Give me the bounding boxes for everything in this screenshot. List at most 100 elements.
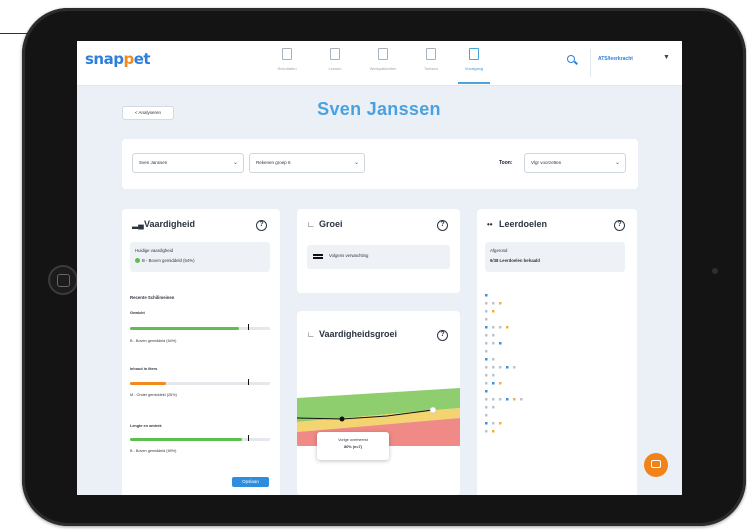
goal-dot xyxy=(485,310,488,313)
nav-item-werkpakketten[interactable]: Werkpakketten xyxy=(359,46,407,71)
search-icon[interactable] xyxy=(567,55,575,63)
goal-dot xyxy=(485,366,488,369)
skill-bar xyxy=(130,435,270,441)
chevron-down-icon: ⌄ xyxy=(614,160,620,166)
home-button[interactable] xyxy=(48,265,78,295)
goal-dot xyxy=(485,326,488,329)
skill-bar-fill xyxy=(130,382,167,385)
goal-dot xyxy=(485,398,488,401)
goal-dot xyxy=(499,342,502,345)
chevron-down-icon[interactable]: ▼ xyxy=(663,54,670,61)
goal-dot xyxy=(492,334,495,337)
help-icon[interactable]: ? xyxy=(437,330,448,341)
goal-dot xyxy=(499,398,502,401)
chat-icon xyxy=(651,460,661,468)
groei-title: ∟ Groei xyxy=(307,219,343,229)
target-marker xyxy=(247,435,250,441)
goal-dot xyxy=(485,318,488,321)
goal-dot xyxy=(485,374,488,377)
home-icon xyxy=(282,48,292,60)
progress-icon xyxy=(469,48,479,60)
camera-dot xyxy=(712,268,718,274)
dots-icon: •• xyxy=(487,220,493,229)
status-dot-icon xyxy=(135,258,140,264)
goal-dot xyxy=(485,302,488,305)
goal-dot xyxy=(492,310,495,313)
goal-dot xyxy=(485,382,488,385)
section-label: Recente Schilimeinen xyxy=(130,295,175,300)
goal-dot xyxy=(506,366,509,369)
toon-label: Toon: xyxy=(499,160,513,166)
line-chart-icon: ∟ xyxy=(307,220,315,229)
line-chart-icon: ∟ xyxy=(307,330,315,339)
goal-dot xyxy=(485,406,488,409)
top-navbar: snappet Resultaten Lessen Werkpakketten … xyxy=(77,41,682,86)
goal-dot xyxy=(492,422,495,425)
current-skill-box: Huidige vaardigheid B - Boven gemiddeld … xyxy=(130,242,270,272)
back-button[interactable]: < Analyseren xyxy=(122,106,174,120)
goal-dot xyxy=(492,358,495,361)
save-button[interactable]: Opslaan xyxy=(232,477,269,487)
student-select[interactable]: Sven Janssen ⌄ xyxy=(132,153,244,173)
app-logo[interactable]: snappet xyxy=(85,50,151,68)
goal-dot xyxy=(499,302,502,305)
help-icon[interactable]: ? xyxy=(256,220,267,231)
leerdoelen-card: •• Leerdoelen ? Afgerond 6/38 Leerdoelen … xyxy=(477,209,637,495)
vaardigheid-title: ▂▄Vaardigheid xyxy=(132,219,196,229)
vaardigheidsgroei-card: ∟ Vaardigheidsgroei ? Vorige overheerst 8… xyxy=(297,311,460,495)
goal-dot xyxy=(499,326,502,329)
goal-dot xyxy=(499,382,502,385)
goal-dot xyxy=(492,430,495,433)
goal-dot xyxy=(485,414,488,417)
skill-bar xyxy=(130,379,270,385)
nav-item-toetsen[interactable]: Toetsen xyxy=(407,46,455,71)
nav-item-lessen[interactable]: Lessen xyxy=(311,46,359,71)
goal-dot xyxy=(520,398,523,401)
target-marker xyxy=(247,379,250,385)
groei-legend-box: Volgens verwachting xyxy=(307,245,450,269)
goal-dot xyxy=(485,334,488,337)
goal-dot xyxy=(513,398,516,401)
goal-dot xyxy=(492,382,495,385)
nav-item-resultaten[interactable]: Resultaten xyxy=(263,46,311,71)
growth-chart xyxy=(297,388,460,446)
equal-icon xyxy=(313,254,323,256)
goals-dot-matrix xyxy=(485,294,523,433)
leerdoelen-summary-box: Afgerond 6/38 Leerdoelen behaald xyxy=(485,242,625,272)
toon-select[interactable]: Vlgr voorzetten ⌄ xyxy=(524,153,626,173)
workpackage-icon xyxy=(378,48,388,60)
nav-divider xyxy=(590,49,591,77)
target-marker xyxy=(247,324,250,330)
leerdoelen-title: •• Leerdoelen xyxy=(487,219,548,229)
goal-dot xyxy=(506,398,509,401)
goal-dot xyxy=(499,366,502,369)
goal-dot xyxy=(492,326,495,329)
nav-item-voortgang[interactable]: Voortgang xyxy=(450,46,498,84)
group-select[interactable]: Rekenen groep 6 ⌄ xyxy=(249,153,365,173)
goal-dot xyxy=(499,422,502,425)
bar-chart-icon: ▂▄ xyxy=(132,220,144,229)
skill-bar-fill xyxy=(130,438,242,441)
goal-dot xyxy=(485,294,488,297)
chevron-down-icon: ⌄ xyxy=(232,160,238,166)
goal-dot xyxy=(485,358,488,361)
goal-dot xyxy=(485,342,488,345)
goal-dot xyxy=(492,374,495,377)
groei-card: ∟ Groei ? Volgens verwachting xyxy=(297,209,460,293)
goal-dot xyxy=(513,366,516,369)
chat-button[interactable] xyxy=(644,453,668,477)
skill-bar-fill xyxy=(130,327,240,330)
vaardigheidsgroei-title: ∟ Vaardigheidsgroei xyxy=(307,329,398,339)
help-icon[interactable]: ? xyxy=(614,220,625,231)
goal-dot xyxy=(506,326,509,329)
chevron-down-icon: ⌄ xyxy=(353,160,359,166)
tests-icon xyxy=(426,48,436,60)
skill-bar xyxy=(130,324,270,330)
goal-dot xyxy=(485,422,488,425)
goal-dot xyxy=(485,350,488,353)
goal-dot xyxy=(492,366,495,369)
user-menu[interactable]: ATS/leerkracht xyxy=(598,56,633,62)
goal-dot xyxy=(492,406,495,409)
vaardigheid-card: ▂▄Vaardigheid ? Huidige vaardigheid B - … xyxy=(122,209,280,495)
help-icon[interactable]: ? xyxy=(437,220,448,231)
